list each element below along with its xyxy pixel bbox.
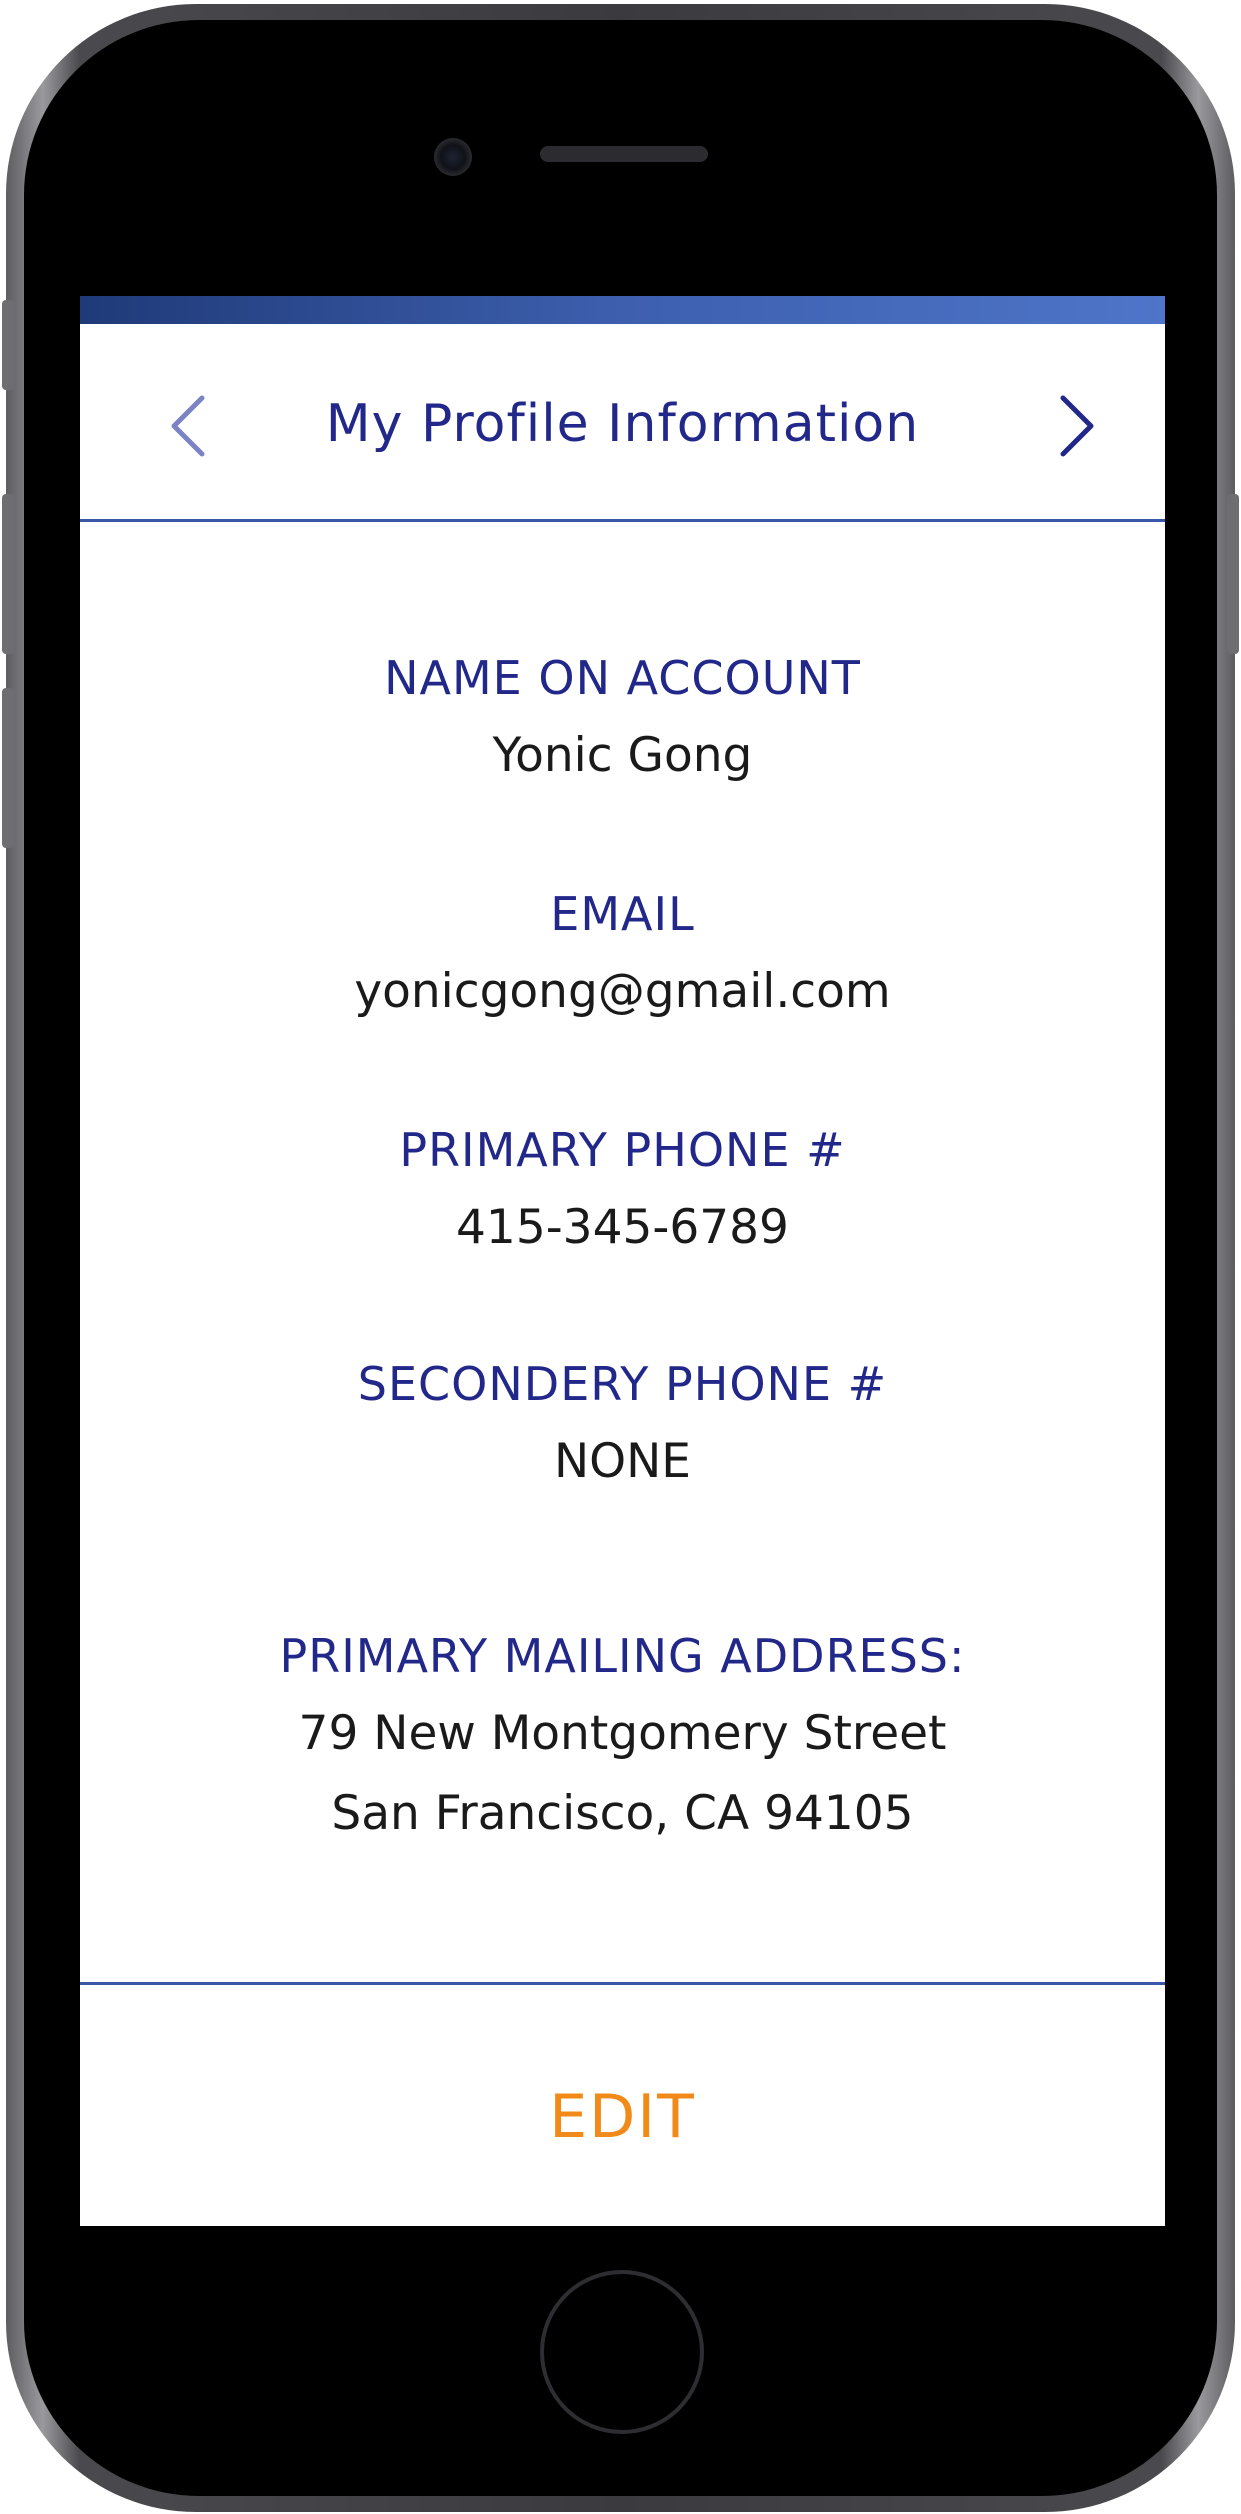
app-screen: My Profile Information NAME ON ACCOUNT Y… (80, 296, 1165, 2226)
status-bar (80, 296, 1165, 324)
power-button (1227, 494, 1239, 654)
name-field: NAME ON ACCOUNT Yonic Gong (80, 640, 1165, 796)
address-line-1: 79 New Montgomery Street (298, 1706, 947, 1761)
mute-switch (2, 300, 14, 390)
previous-button[interactable] (160, 386, 220, 466)
name-label: NAME ON ACCOUNT (384, 651, 861, 705)
email-value: yonicgong@gmail.com (354, 964, 891, 1019)
next-button[interactable] (1045, 386, 1105, 466)
secondary-phone-label: SECONDERY PHONE # (357, 1357, 888, 1411)
page-title: My Profile Information (325, 394, 920, 454)
secondary-phone-field: SECONDERY PHONE # NONE (80, 1346, 1165, 1502)
mailing-address-label: PRIMARY MAILING ADDRESS: (279, 1629, 966, 1683)
primary-phone-value: 415-345-6789 (456, 1200, 789, 1255)
name-value: Yonic Gong (492, 728, 753, 783)
front-camera (434, 138, 472, 176)
chevron-right-icon (1060, 395, 1094, 457)
primary-phone-field: PRIMARY PHONE # 415-345-6789 (80, 1112, 1165, 1268)
secondary-phone-value: NONE (553, 1434, 691, 1489)
email-field: EMAIL yonicgong@gmail.com (80, 876, 1165, 1032)
home-button[interactable] (540, 2270, 704, 2434)
mailing-address-field: PRIMARY MAILING ADDRESS: 79 New Montgome… (80, 1618, 1165, 1854)
edit-button[interactable]: EDIT (80, 1985, 1165, 2226)
primary-phone-label: PRIMARY PHONE # (399, 1123, 846, 1177)
header-bar: My Profile Information (80, 324, 1165, 522)
volume-down-button (2, 688, 14, 848)
chevron-left-icon (171, 395, 205, 457)
earpiece-speaker (540, 146, 708, 162)
email-label: EMAIL (550, 887, 695, 941)
volume-up-button (2, 494, 14, 654)
address-line-2: San Francisco, CA 94105 (331, 1786, 914, 1841)
